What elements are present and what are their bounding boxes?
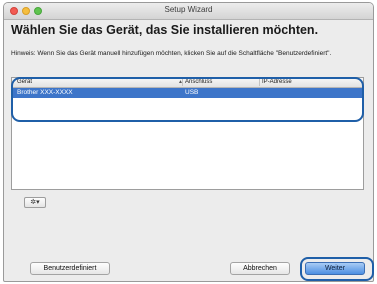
- page-heading: Wählen Sie das Gerät, das Sie installier…: [11, 23, 319, 37]
- chevron-down-icon: ▾: [36, 199, 40, 206]
- highlight-ring-next-button: [300, 257, 374, 281]
- custom-button[interactable]: Benutzerdefiniert: [30, 262, 110, 275]
- highlight-ring-device-list: [11, 77, 364, 122]
- window-title: Setup Wizard: [164, 5, 213, 14]
- gear-menu-button[interactable]: ✲▾: [24, 197, 46, 208]
- hint-text: Hinweis: Wenn Sie das Gerät manuell hinz…: [11, 50, 332, 57]
- cancel-button[interactable]: Abbrechen: [230, 262, 290, 275]
- title-bar: Setup Wizard: [4, 3, 373, 20]
